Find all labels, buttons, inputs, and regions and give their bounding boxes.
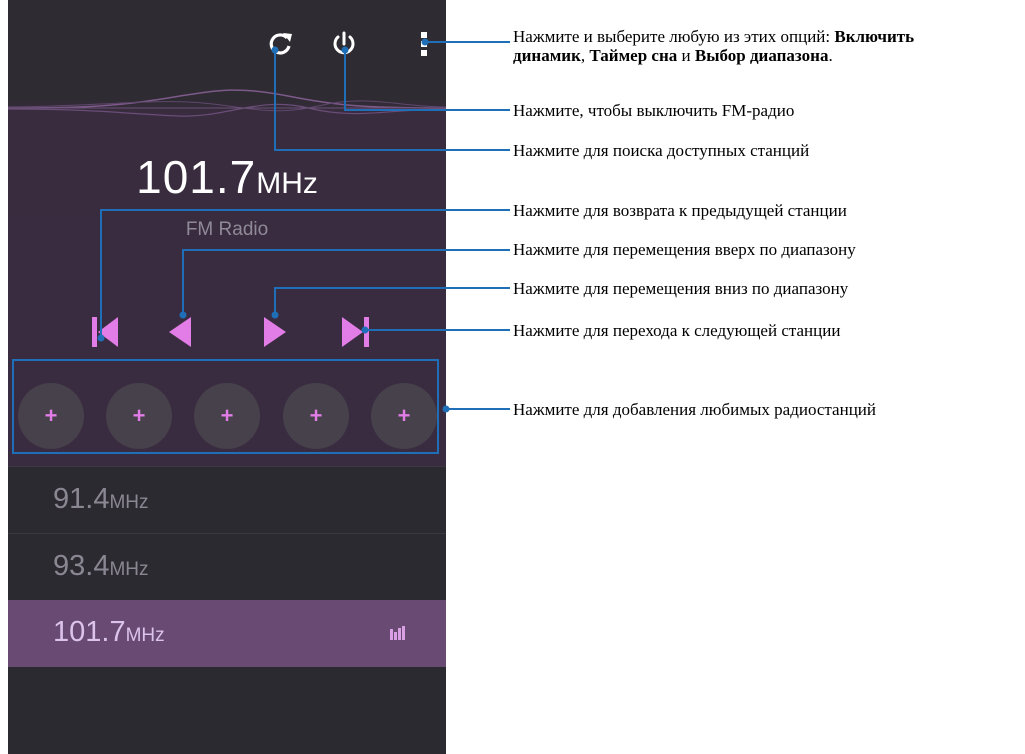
- preset-add-button[interactable]: +: [371, 383, 437, 449]
- station-list-item[interactable]: 91.4MHz: [8, 466, 446, 533]
- callout-separator: и: [677, 46, 695, 65]
- callout-refresh: Нажмите для поиска доступных станций: [513, 141, 810, 160]
- callout-seek-down: Нажмите для перемещения вниз по диапазон…: [513, 279, 849, 298]
- fm-radio-screen: 101.7MHz FM Radio + + + + + 91.4MHz 93.4…: [8, 0, 446, 754]
- station-frequency-value: 93.4: [53, 550, 110, 582]
- station-frequency: 91.4MHz: [53, 483, 149, 516]
- callout-option-band: Выбор диапазона: [694, 46, 829, 65]
- skip-next-icon[interactable]: [338, 315, 374, 349]
- callout-option-sleep-timer: Таймер сна: [589, 46, 678, 65]
- refresh-icon[interactable]: [262, 26, 298, 62]
- callout-favorites: Нажмите для добавления любимых радиостан…: [513, 400, 876, 419]
- station-list-item[interactable]: 93.4MHz: [8, 533, 446, 600]
- band-label: FM Radio: [185, 219, 269, 240]
- callout-options-prefix: Нажмите и выберите любую из этих опций:: [513, 27, 835, 46]
- callout-seek-up: Нажмите для перемещения вверх по диапазо…: [513, 240, 856, 259]
- preset-add-button[interactable]: +: [18, 383, 84, 449]
- station-frequency: 93.4MHz: [53, 550, 149, 583]
- current-frequency-value: 101.7: [136, 151, 257, 203]
- callout-prev-station: Нажмите для возврата к предыдущей станци…: [513, 201, 847, 220]
- callout-option-speaker-1: Включить: [834, 27, 915, 46]
- callout-option-speaker-2: динамик: [513, 46, 581, 65]
- now-playing-panel: 101.7MHz FM Radio + + + + +: [8, 0, 446, 466]
- seek-down-icon[interactable]: [258, 315, 294, 349]
- station-list-item-active[interactable]: 101.7MHz: [8, 600, 446, 667]
- station-frequency-unit: MHz: [109, 559, 149, 580]
- power-icon[interactable]: [326, 26, 362, 62]
- station-frequency-value: 91.4: [53, 483, 110, 515]
- callout-end: .: [828, 46, 833, 65]
- preset-add-button[interactable]: +: [283, 383, 349, 449]
- callout-options: Нажмите и выберите любую из этих опций: …: [513, 27, 914, 65]
- station-frequency-value: 101.7: [53, 616, 126, 648]
- more-options-icon[interactable]: [406, 26, 442, 62]
- callout-next-station: Нажмите для перехода к следующей станции: [513, 321, 841, 340]
- callout-power: Нажмите, чтобы выключить FM-радио: [513, 101, 795, 120]
- station-frequency-unit: MHz: [125, 625, 165, 646]
- current-frequency-unit: MHz: [256, 167, 318, 200]
- station-frequency: 101.7MHz: [53, 616, 165, 649]
- equalizer-icon: [390, 626, 405, 640]
- station-frequency-unit: MHz: [109, 492, 149, 513]
- seek-up-icon[interactable]: [161, 315, 197, 349]
- wave-decoration: [8, 89, 446, 117]
- current-frequency: 101.7MHz: [8, 150, 446, 204]
- preset-add-button[interactable]: +: [194, 383, 260, 449]
- skip-previous-icon[interactable]: [88, 315, 124, 349]
- preset-add-button[interactable]: +: [106, 383, 172, 449]
